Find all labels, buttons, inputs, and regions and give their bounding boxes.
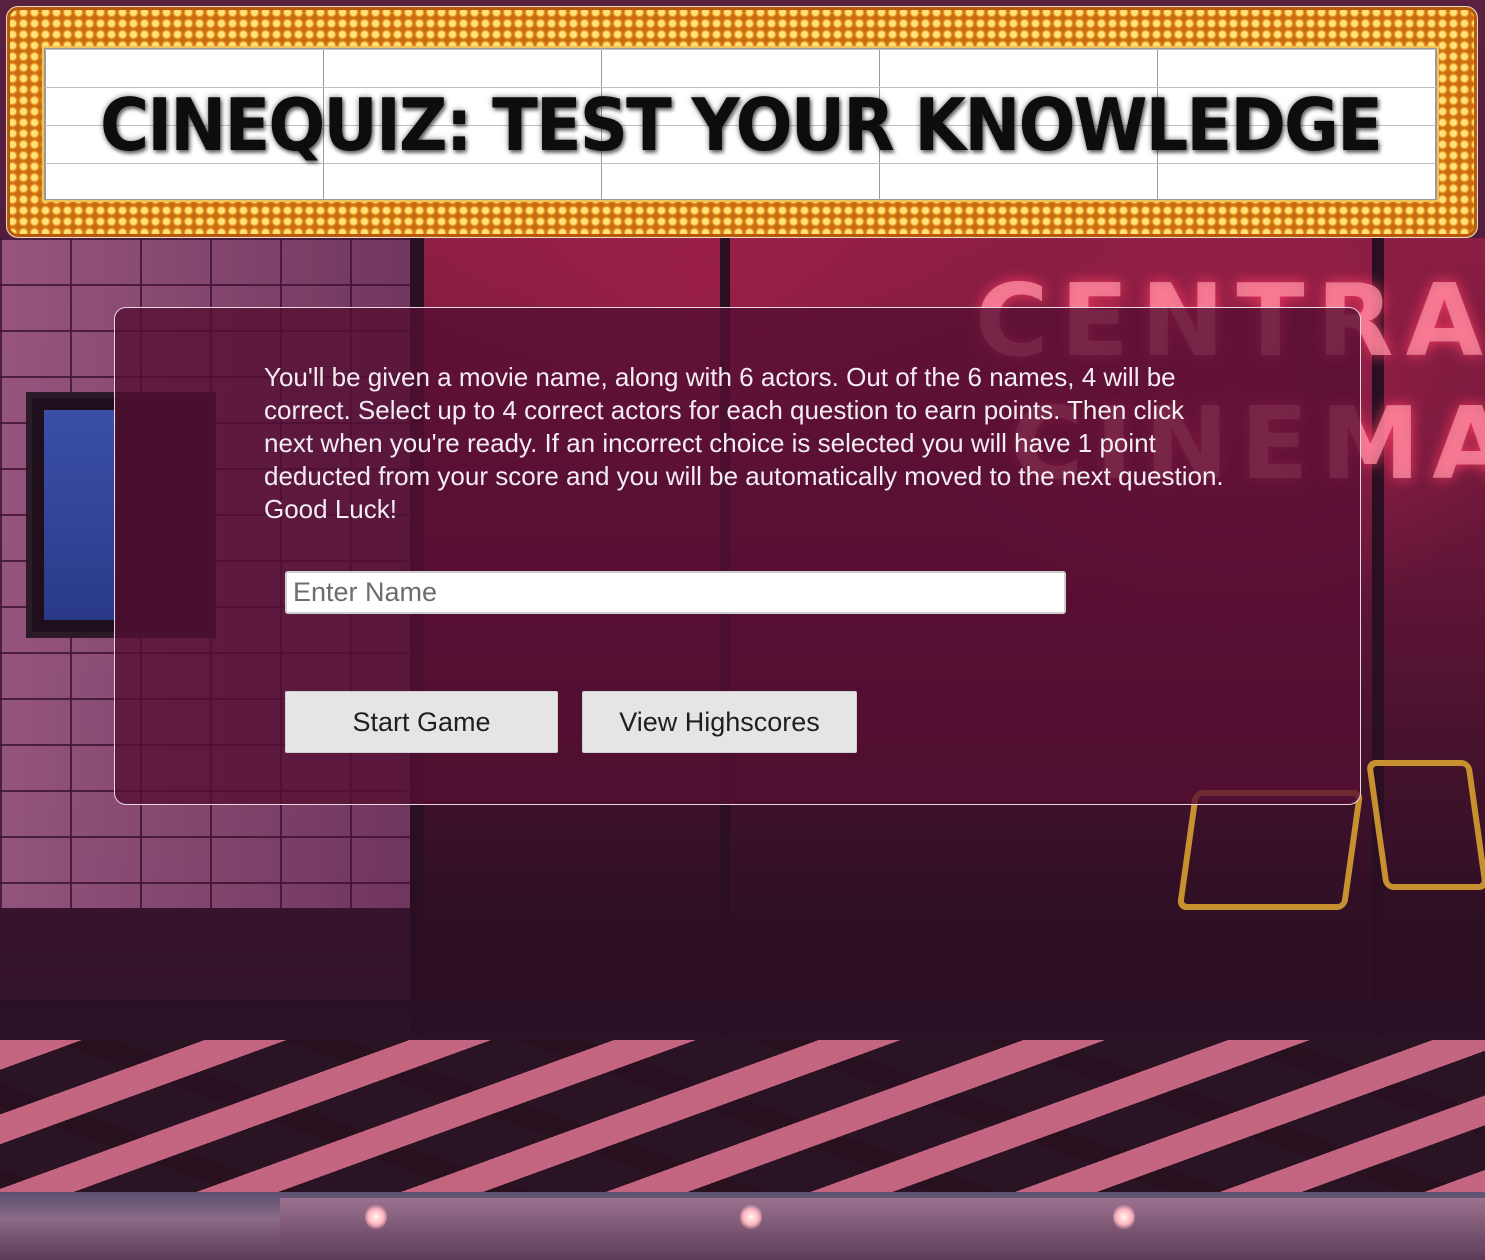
chair [1176,790,1364,910]
page-title: CINEQUIZ: TEST YOUR KNOWLEDGE [99,83,1383,167]
view-highscores-button[interactable]: View Highscores [582,691,857,753]
page: CENTRAL CINEMA CINEQUIZ: TEST YOUR KNOWL… [0,0,1485,1260]
ceiling-rail [280,1198,1485,1244]
ceiling-lamp [365,1204,387,1230]
ceiling-strip [0,1192,1485,1260]
name-input[interactable] [285,571,1066,614]
poster-screen [44,410,116,620]
ceiling-lamp [1113,1204,1135,1230]
ceiling-lamp [740,1204,762,1230]
start-game-button[interactable]: Start Game [285,691,558,753]
tiled-floor [0,1040,1485,1192]
instructions-text: You'll be given a movie name, along with… [264,362,1224,524]
chair [1365,760,1485,890]
